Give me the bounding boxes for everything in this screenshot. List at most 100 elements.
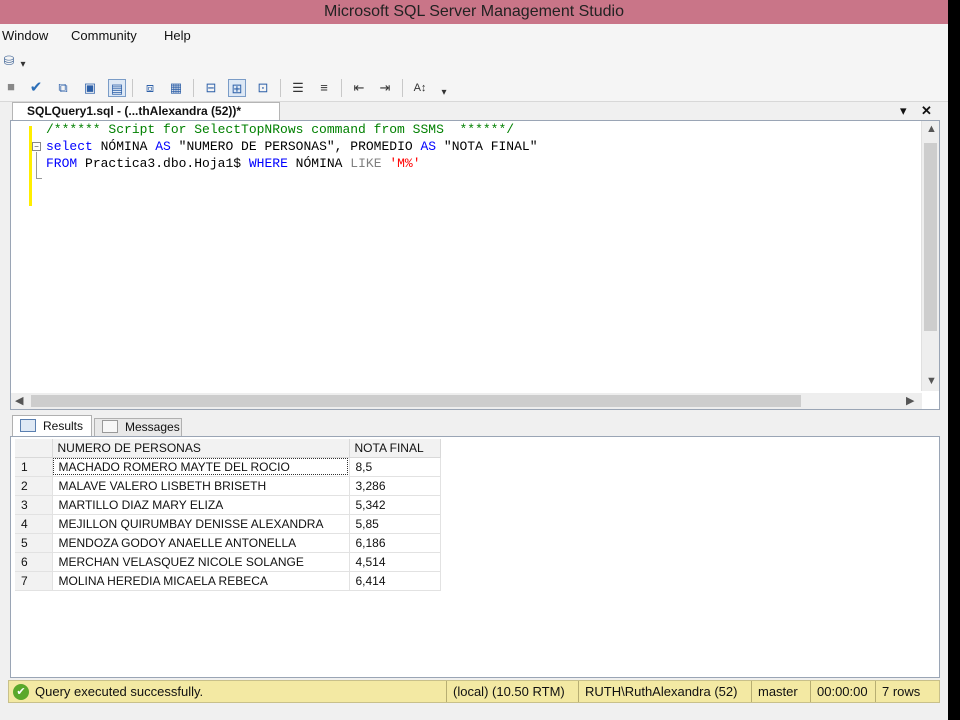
sql-text: Practica3.dbo.Hoja1$: [77, 156, 249, 171]
row-number[interactable]: 2: [15, 476, 53, 496]
cell-nota-final[interactable]: 5,342: [349, 495, 441, 515]
row-number[interactable]: 1: [15, 457, 53, 477]
results-grid: NUMERO DE PERSONAS NOTA FINAL 1 MACHADO R…: [10, 436, 940, 678]
status-bar: ✔ Query executed successfully. (local) (…: [8, 680, 940, 703]
decrease-indent-icon[interactable]: ⇤: [350, 79, 368, 97]
results-to-file-icon[interactable]: ⊡: [254, 79, 272, 97]
horizontal-scroll-thumb[interactable]: [31, 395, 801, 407]
row-number[interactable]: 5: [15, 533, 53, 553]
include-plan-icon[interactable]: ⧈: [141, 79, 159, 97]
cell-numero-de-personas[interactable]: MARTILLO DIAZ MARY ELIZA: [52, 495, 350, 515]
specify-values-icon[interactable]: A↕: [411, 79, 429, 97]
cell-nota-final[interactable]: 3,286: [349, 476, 441, 496]
status-elapsed: 00:00:00: [810, 681, 870, 702]
code-line-3: FROM Practica3.dbo.Hoja1$ WHERE NÓMINA L…: [46, 155, 421, 172]
row-number-header: [15, 439, 53, 458]
cell-nota-final[interactable]: 5,85: [349, 514, 441, 534]
table-row[interactable]: 3 MARTILLO DIAZ MARY ELIZA 5,342: [15, 495, 441, 515]
code-line-1: /****** Script for SelectTopNRows comman…: [46, 121, 514, 138]
ssms-window: Microsoft SQL Server Management Studio W…: [0, 0, 948, 720]
tab-close-icon[interactable]: ✕: [921, 103, 932, 119]
grid-icon: [20, 419, 36, 432]
uncomment-lines-icon[interactable]: ≡: [315, 79, 333, 97]
sql-text: NÓMINA: [287, 156, 351, 171]
client-stats-icon[interactable]: ▦: [167, 79, 185, 97]
table-row[interactable]: 5 MENDOZA GODOY ANAELLE ANTONELLA 6,186: [15, 533, 441, 553]
sql-text: "NUMERO DE PERSONAS", PROMEDIO: [170, 139, 421, 154]
outline-line: [36, 152, 37, 178]
query-editor[interactable]: − /****** Script for SelectTopNRows comm…: [10, 120, 940, 410]
tab-messages[interactable]: Messages: [94, 418, 182, 436]
row-number[interactable]: 4: [15, 514, 53, 534]
toolbar-sql-editor: ■ ✔ ⧉ ▣ ▤ ⧈ ▦ ⊟ ⊞ ⊡ ☰ ≡ ⇤ ⇥ A↕ ▾: [0, 74, 948, 102]
cell-nota-final[interactable]: 6,186: [349, 533, 441, 553]
editor-vertical-scrollbar[interactable]: ▲ ▼: [921, 121, 939, 391]
outline-line-end: [36, 178, 42, 179]
messages-icon: [102, 420, 118, 433]
tab-results[interactable]: Results: [12, 415, 92, 437]
comment-lines-icon[interactable]: ☰: [289, 79, 307, 97]
row-number[interactable]: 3: [15, 495, 53, 515]
scroll-left-icon[interactable]: ◀: [15, 394, 23, 407]
row-number[interactable]: 7: [15, 571, 53, 591]
table-row[interactable]: 2 MALAVE VALERO LISBETH BRISETH 3,286: [15, 476, 441, 496]
screen-edge: [948, 0, 960, 720]
collapse-toggle-icon[interactable]: −: [32, 142, 41, 151]
scroll-right-icon[interactable]: ▶: [906, 394, 914, 407]
cell-numero-de-personas[interactable]: MENDOZA GODOY ANAELLE ANTONELLA: [52, 533, 350, 553]
menu-help[interactable]: Help: [164, 28, 191, 43]
display-plan-icon[interactable]: ⧉: [54, 79, 72, 97]
table-row[interactable]: 6 MERCHAN VELASQUEZ NICOLE SOLANGE 4,514: [15, 552, 441, 572]
sql-text: "NOTA FINAL": [436, 139, 538, 154]
cell-nota-final[interactable]: 8,5: [349, 457, 441, 477]
results-grid-active-icon[interactable]: ⊞: [228, 79, 246, 97]
column-header-nota[interactable]: NOTA FINAL: [349, 439, 441, 458]
editor-horizontal-scrollbar[interactable]: ◀ ▶: [11, 393, 922, 409]
tab-results-label: Results: [43, 419, 84, 433]
code-line-2: select NÓMINA AS "NUMERO DE PERSONAS", P…: [46, 138, 538, 155]
sql-operator: LIKE: [350, 156, 382, 171]
query-designer-icon[interactable]: ▣: [81, 79, 99, 97]
sql-comment: /****** Script for SelectTopNRows comman…: [46, 122, 515, 137]
results-table: NUMERO DE PERSONAS NOTA FINAL 1 MACHADO R…: [15, 439, 441, 591]
sql-keyword: AS: [155, 139, 171, 154]
sql-string: 'M%': [389, 156, 421, 171]
results-to-text-icon[interactable]: ⊟: [202, 79, 220, 97]
menu-window[interactable]: Window: [2, 28, 48, 43]
menu-community[interactable]: Community: [71, 28, 137, 43]
row-number[interactable]: 6: [15, 552, 53, 572]
change-tracking-bar: [29, 126, 32, 206]
sql-keyword: FROM: [46, 156, 78, 171]
table-row[interactable]: 7 MOLINA HEREDIA MICAELA REBECA 6,414: [15, 571, 441, 591]
cell-nota-final[interactable]: 6,414: [349, 571, 441, 591]
status-server: (local) (10.50 RTM): [446, 681, 574, 702]
parse-check-icon[interactable]: ✔: [27, 79, 45, 97]
success-check-icon: ✔: [13, 684, 29, 700]
toolbar-standard: ⛁ ▾: [0, 48, 948, 74]
scroll-up-icon[interactable]: ▲: [926, 123, 937, 135]
stop-icon[interactable]: ■: [2, 78, 20, 96]
cell-numero-de-personas[interactable]: MACHADO ROMERO MAYTE DEL ROCIO: [52, 457, 350, 477]
results-to-grid-icon[interactable]: ▤: [108, 79, 126, 97]
cell-numero-de-personas[interactable]: MEJILLON QUIRUMBAY DENISSE ALEXANDRA: [52, 514, 350, 534]
increase-indent-icon[interactable]: ⇥: [376, 79, 394, 97]
column-header-personas[interactable]: NUMERO DE PERSONAS: [52, 439, 350, 458]
vertical-scroll-thumb[interactable]: [924, 143, 937, 331]
cell-numero-de-personas[interactable]: MOLINA HEREDIA MICAELA REBECA: [52, 571, 350, 591]
toolbar-overflow-icon[interactable]: ▾: [14, 56, 32, 74]
toolbar-overflow-icon[interactable]: ▾: [435, 84, 453, 102]
status-user: RUTH\RuthAlexandra (52): [578, 681, 746, 702]
tab-list-chevron-down-icon[interactable]: ▾: [900, 103, 907, 119]
sql-keyword: AS: [420, 139, 437, 154]
cell-numero-de-personas[interactable]: MALAVE VALERO LISBETH BRISETH: [52, 476, 350, 496]
cell-nota-final[interactable]: 4,514: [349, 552, 441, 572]
scroll-down-icon[interactable]: ▼: [926, 375, 937, 387]
application-status-strip: [0, 704, 948, 720]
table-row[interactable]: 4 MEJILLON QUIRUMBAY DENISSE ALEXANDRA 5,8…: [15, 514, 441, 534]
editor-margin: [11, 121, 29, 391]
status-message: Query executed successfully.: [35, 684, 204, 699]
table-row[interactable]: 1 MACHADO ROMERO MAYTE DEL ROCIO 8,5: [15, 457, 441, 477]
cell-numero-de-personas[interactable]: MERCHAN VELASQUEZ NICOLE SOLANGE: [52, 552, 350, 572]
status-rows: 7 rows: [875, 681, 939, 702]
tab-sqlquery1[interactable]: SQLQuery1.sql - (...thAlexandra (52))*: [12, 102, 280, 120]
